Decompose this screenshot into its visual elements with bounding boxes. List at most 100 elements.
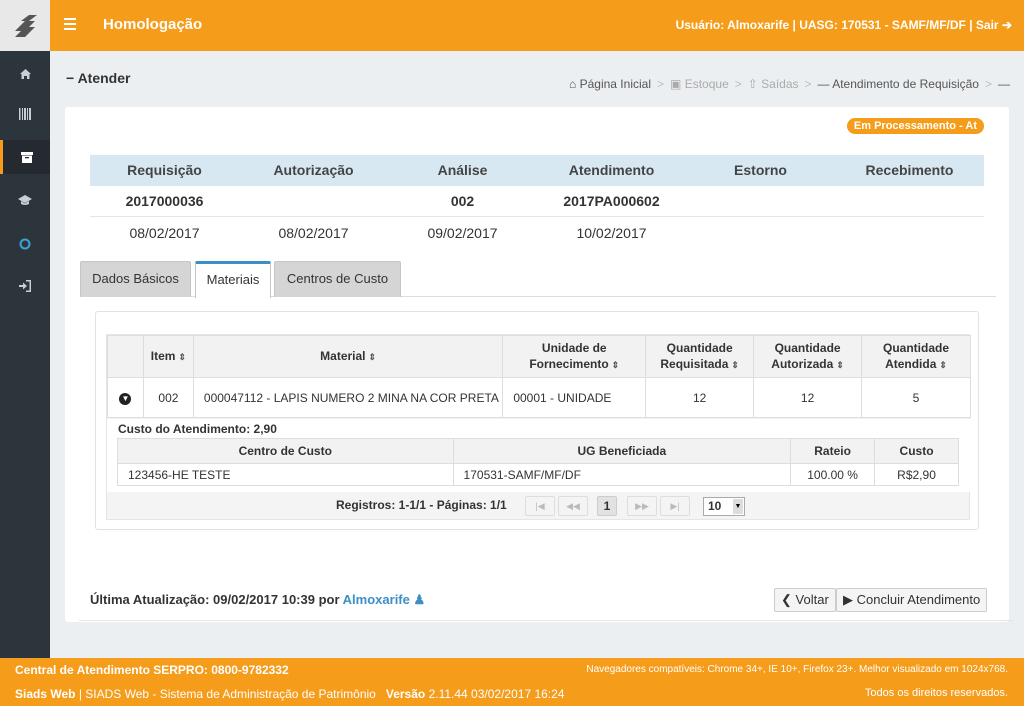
collapse-circle-icon[interactable]: ▼ bbox=[119, 393, 132, 405]
user-icon: ♟ bbox=[413, 592, 426, 607]
column-header-material[interactable]: Material ⇕ bbox=[192, 335, 504, 378]
home-icon bbox=[19, 69, 31, 79]
sidebar-item-home[interactable] bbox=[0, 57, 50, 91]
home-icon: ⌂ bbox=[569, 77, 577, 91]
minus-icon: — bbox=[817, 77, 830, 91]
atender-panel: Em Processamento - At Requisição Autoriz… bbox=[65, 107, 1013, 622]
cost-center-table: Centro de Custo UG Beneficiada Rateio Cu… bbox=[117, 438, 959, 486]
cc-rateio-cell: 100.00 % bbox=[790, 463, 876, 486]
menu-toggle-icon[interactable] bbox=[64, 15, 78, 35]
status-badge: Em Processamento - At bbox=[846, 118, 984, 134]
summary-code bbox=[686, 186, 835, 216]
minus-icon: — bbox=[998, 77, 1010, 91]
sidebar-item-treinamento[interactable] bbox=[0, 183, 50, 217]
prev-page-button[interactable]: ◀◀ bbox=[558, 496, 588, 516]
logout-icon[interactable]: ➔ bbox=[1002, 18, 1012, 32]
graduation-cap-icon bbox=[18, 194, 32, 205]
sidebar bbox=[0, 51, 50, 658]
cc-ug-cell: 170531-SAMF/MF/DF bbox=[452, 463, 792, 486]
summary-header: Requisição bbox=[127, 162, 202, 178]
expand-column-header bbox=[107, 335, 144, 378]
summary-header: Análise bbox=[437, 162, 488, 178]
conclude-button[interactable]: ▶ Concluir Atendimento bbox=[836, 588, 988, 612]
support-central: Central de Atendimento SERPRO: 0800-9782… bbox=[15, 663, 289, 677]
summary-code: 2017PA000602 bbox=[563, 193, 660, 209]
sidebar-item-acesso[interactable] bbox=[0, 269, 50, 303]
column-header-item[interactable]: Item ⇕ bbox=[142, 335, 194, 378]
circle-icon bbox=[19, 238, 31, 250]
serpro-logo[interactable] bbox=[0, 0, 50, 51]
user-info-text[interactable]: Usuário: Almoxarife | UASG: 170531 - SAM… bbox=[676, 18, 999, 32]
qtd-autorizada-cell: 12 bbox=[753, 377, 863, 418]
user-info[interactable]: Usuário: Almoxarife | UASG: 170531 - SAM… bbox=[676, 18, 1012, 32]
summary-code: 2017000036 bbox=[125, 193, 204, 209]
last-page-button[interactable]: ▶| bbox=[660, 496, 690, 516]
tab-dados-basicos[interactable]: Dados Básicos bbox=[80, 261, 191, 297]
column-header-qtd-atendida[interactable]: Quantidade Atendida ⇕ bbox=[861, 335, 971, 378]
breadcrumb: ⌂ Página Inicial > ▣ Estoque > ⇧ Saídas … bbox=[569, 77, 1010, 91]
cc-centro-cell: 123456-HE TESTE bbox=[117, 463, 454, 486]
sort-icon[interactable]: ⇕ bbox=[612, 360, 620, 370]
browser-compat: Navegadores compatíveis: Chrome 34+, IE … bbox=[586, 664, 1008, 675]
cc-header-rateio: Rateio bbox=[790, 438, 876, 464]
sort-icon[interactable]: ⇕ bbox=[369, 352, 377, 362]
first-page-button[interactable]: |◀ bbox=[525, 496, 555, 516]
last-update: Última Atualização: 09/02/2017 10:39 por… bbox=[90, 592, 426, 607]
breadcrumb-home[interactable]: ⌂ Página Inicial bbox=[569, 77, 651, 91]
back-button[interactable]: ❮ Voltar bbox=[774, 588, 836, 612]
breadcrumb-estoque[interactable]: ▣ Estoque bbox=[670, 77, 729, 91]
summary-date: 09/02/2017 bbox=[427, 225, 498, 241]
system-info: Siads Web | SIADS Web - Sistema de Admin… bbox=[15, 687, 565, 701]
divider bbox=[79, 620, 1013, 621]
tab-centros-de-custo[interactable]: Centros de Custo bbox=[274, 261, 401, 297]
column-header-unidade[interactable]: Unidade de Fornecimento ⇕ bbox=[502, 335, 647, 378]
breadcrumb-atendimento[interactable]: — Atendimento de Requisição bbox=[818, 77, 979, 91]
summary-header: Autorização bbox=[273, 162, 354, 178]
sort-icon[interactable]: ⇕ bbox=[939, 360, 947, 370]
summary-date bbox=[835, 217, 984, 249]
column-header-qtd-autorizada[interactable]: Quantidade Autorizada ⇕ bbox=[753, 335, 863, 378]
sidebar-item-patrimonio[interactable] bbox=[0, 97, 50, 131]
qtd-atendida-cell: 5 bbox=[861, 377, 971, 418]
column-header-qtd-requisitada[interactable]: Quantidade Requisitada ⇕ bbox=[645, 335, 755, 378]
sidebar-item-status[interactable] bbox=[0, 227, 50, 261]
sidebar-item-almoxarifado[interactable] bbox=[0, 140, 50, 174]
chevron-left-icon: ❮ bbox=[781, 592, 792, 607]
play-icon: ▶ bbox=[843, 592, 853, 607]
environment-title: Homologação bbox=[103, 16, 203, 33]
summary-header: Atendimento bbox=[568, 162, 655, 178]
summary-date bbox=[686, 217, 835, 249]
barcode-icon bbox=[18, 108, 31, 120]
paginator: Registros: 1-1/1 - Páginas: 1/1 |◀ ◀◀ 1 … bbox=[107, 492, 971, 520]
export-icon: ⇧ bbox=[747, 77, 758, 91]
summary-code bbox=[239, 186, 388, 216]
sort-icon[interactable]: ⇕ bbox=[178, 352, 186, 362]
sort-icon[interactable]: ⇕ bbox=[836, 360, 844, 370]
row-expand-cell[interactable]: ▼ bbox=[107, 377, 144, 418]
main-content: − Atender ⌂ Página Inicial > ▣ Estoque >… bbox=[50, 51, 1024, 658]
page-size-select[interactable]: 10 ▼ bbox=[703, 497, 745, 516]
qtd-requisitada-cell: 12 bbox=[645, 377, 755, 418]
table-row: 123456-HE TESTE 170531-SAMF/MF/DF 100.00… bbox=[117, 463, 959, 486]
cc-header-ug: UG Beneficiada bbox=[452, 438, 792, 464]
breadcrumb-saidas[interactable]: ⇧ Saídas bbox=[748, 77, 799, 91]
chevron-down-icon[interactable]: ▼ bbox=[733, 499, 743, 514]
page-footer: Central de Atendimento SERPRO: 0800-9782… bbox=[0, 658, 1024, 706]
sign-in-icon bbox=[18, 280, 31, 292]
pager-summary: Registros: 1-1/1 - Páginas: 1/1 bbox=[336, 498, 507, 512]
sort-icon[interactable]: ⇕ bbox=[731, 360, 739, 370]
summary-header: Recebimento bbox=[865, 162, 954, 178]
top-bar: Homologação Usuário: Almoxarife | UASG: … bbox=[0, 0, 1024, 51]
custo-atendimento-label: Custo do Atendimento: 2,90 bbox=[118, 422, 277, 436]
summary-code bbox=[835, 186, 984, 216]
archive-icon bbox=[20, 151, 33, 163]
last-update-user-link[interactable]: Almoxarife bbox=[343, 592, 410, 607]
table-row[interactable]: ▼ 002 000047112 - LAPIS NUMERO 2 MINA NA… bbox=[107, 377, 971, 418]
item-cell: 002 bbox=[142, 377, 194, 418]
next-page-button[interactable]: ▶▶ bbox=[627, 496, 657, 516]
materials-grid: Item ⇕ Material ⇕ Unidade de Fornecimento ⇕… bbox=[106, 334, 971, 520]
tab-materiais[interactable]: Materiais bbox=[195, 261, 271, 298]
summary-date: 08/02/2017 bbox=[129, 225, 200, 241]
requisition-summary: Requisição Autorização Análise Atendimen… bbox=[90, 155, 984, 249]
current-page-button[interactable]: 1 bbox=[597, 496, 617, 516]
